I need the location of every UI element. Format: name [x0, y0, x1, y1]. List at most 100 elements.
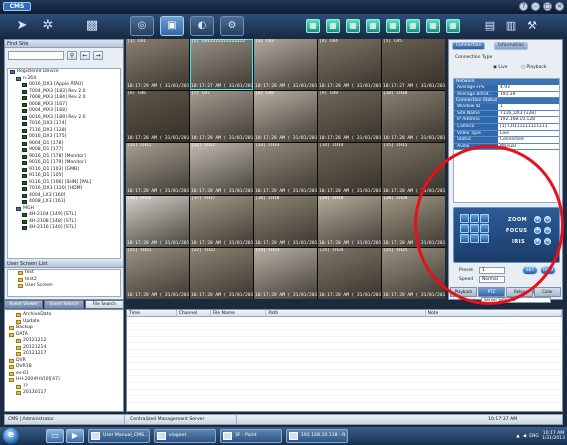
video-cell[interactable]: [17] CH17 10:17:28 AM ( 31/01/2013 ): [190, 195, 253, 247]
taskbar-task[interactable]: 192.168.10.118 - R...: [286, 429, 348, 443]
disk-icon[interactable]: ▥: [503, 18, 519, 34]
tab-information[interactable]: Information: [494, 42, 529, 50]
tree-row-label: 4H-2116 [146] [STL]: [29, 225, 76, 230]
radio-live[interactable]: ◉ Live: [493, 65, 508, 70]
tab-color[interactable]: Color: [534, 287, 561, 297]
media-icon[interactable]: ▶: [66, 429, 84, 443]
file-tree[interactable]: ArchiveData Update Backup DATA 20121212 20121…: [4, 309, 124, 412]
video-cell[interactable]: [12] CH12 10:17:28 AM ( 31/01/2013 ): [190, 143, 253, 195]
language-indicator[interactable]: ENG: [529, 434, 539, 439]
video-cell[interactable]: [18] CH18 10:17:28 AM ( 31/01/2013 ): [254, 195, 317, 247]
camera-timestamp: 10:17:27 AM ( 31/01/2013 ): [191, 84, 253, 90]
layout-25-button[interactable]: ▦: [446, 19, 460, 33]
video-cell[interactable]: [21] CH21 10:17:28 AM ( 31/01/2013 ): [126, 247, 189, 299]
start-button[interactable]: e: [3, 428, 19, 444]
video-cell[interactable]: [8] CH8 10:17:28 AM ( 31/01/2013 ): [254, 91, 317, 143]
table-row[interactable]: [127, 337, 562, 344]
camera-label: [4] CH4: [319, 39, 338, 44]
layout-6-button[interactable]: ▦: [346, 19, 360, 33]
file-tree-label: 20121217: [23, 351, 47, 356]
tree-row[interactable]: 4H-2116 [146] [STL]: [8, 225, 120, 232]
taskbar-task[interactable]: viagent: [154, 429, 216, 443]
camera-icon[interactable]: ▣: [160, 16, 184, 36]
camera-label: [6] CH6: [127, 91, 146, 97]
help-icon[interactable]: ?: [519, 2, 528, 11]
taskbar: e ▭ ▶ User Manual_CMS... viagent 3F - Pain…: [0, 427, 567, 445]
video-cell[interactable]: [5] CH5 10:17:27 AM ( 31/01/2013 ): [382, 39, 445, 91]
find-site-input[interactable]: [8, 51, 64, 60]
video-cell[interactable]: [22] CH22 10:17:28 AM ( 31/01/2013 ): [190, 247, 253, 299]
video-cell[interactable]: [10] CH10 10:17:28 AM ( 31/01/2013 ): [382, 91, 445, 143]
user-screen-row[interactable]: User Screen: [8, 283, 120, 290]
table-row[interactable]: [127, 363, 562, 370]
taskbar-task[interactable]: User Manual_CMS...: [88, 429, 150, 443]
minimize-icon[interactable]: –: [531, 2, 540, 11]
taskbar-clock[interactable]: 10:17 AM 1/31/2013: [542, 431, 565, 441]
camera-icon: [22, 96, 27, 101]
video-cell[interactable]: [14] CH14 10:17:28 AM ( 31/01/2013 ): [318, 143, 381, 195]
table-row[interactable]: [127, 370, 562, 377]
video-cell[interactable]: [7] CH7 10:17:28 AM ( 31/01/2013 ): [190, 91, 253, 143]
network-icon[interactable]: ✲: [40, 17, 56, 34]
device-tree[interactable]: Registered Device n.264 0016_DX3 [Apple ÄÏ…: [7, 68, 121, 259]
table-row[interactable]: [127, 350, 562, 357]
layout-8-button[interactable]: ▦: [366, 19, 380, 33]
arrow-icon[interactable]: ➤: [14, 17, 30, 34]
prev-icon[interactable]: ←: [80, 51, 90, 60]
column-header-file-name[interactable]: File Name: [211, 310, 267, 316]
table-row[interactable]: [127, 396, 562, 403]
tab-event-search[interactable]: Event Search: [44, 300, 84, 309]
video-cell[interactable]: [2] CH12222222222222 10:17:27 AM ( 31/01/…: [190, 39, 253, 91]
file-tree-row[interactable]: 20130117: [5, 390, 123, 397]
video-cell[interactable]: [11] CH11 10:17:28 AM ( 31/01/2013 ): [126, 143, 189, 195]
playback-icon[interactable]: ◐: [190, 16, 214, 36]
column-header-note[interactable]: Note: [426, 310, 562, 316]
column-header-path[interactable]: Path: [266, 310, 426, 316]
table-row[interactable]: [127, 383, 562, 390]
video-cell[interactable]: [19] CH19 10:17:28 AM ( 31/01/2013 ): [318, 195, 381, 247]
table-row[interactable]: [127, 376, 562, 383]
layout-4-button[interactable]: ▦: [326, 19, 340, 33]
layout-16-button[interactable]: ▦: [426, 19, 440, 33]
video-cell[interactable]: [16] CH16 10:17:28 AM ( 31/01/2013 ): [126, 195, 189, 247]
taskbar-task[interactable]: 3F - Paint: [220, 429, 282, 443]
setup-icon[interactable]: ⚙: [220, 16, 244, 36]
column-header-channel[interactable]: Channel: [177, 310, 211, 316]
tools-icon[interactable]: ⚒: [524, 18, 540, 34]
video-grid: [1] CH110:17:29 AM ( 31/01/2013 )[2] CH1…: [126, 39, 445, 299]
close-icon[interactable]: ×: [555, 2, 564, 11]
folder-icon[interactable]: ▭: [46, 429, 64, 443]
next-icon[interactable]: →: [93, 51, 103, 60]
tab-event-viewer[interactable]: Event Viewer: [4, 300, 44, 309]
video-cell[interactable]: [23] CH23 10:17:28 AM ( 31/01/2013 ): [254, 247, 317, 299]
layout-13-button[interactable]: ▦: [406, 19, 420, 33]
video-cell[interactable]: [24] CH24 10:17:28 AM ( 31/01/2013 ): [318, 247, 381, 299]
video-cell[interactable]: [1] CH1 10:17:29 AM ( 31/01/2013 ): [126, 39, 189, 91]
maximize-icon[interactable]: □: [543, 2, 552, 11]
column-header-time[interactable]: Time: [127, 310, 177, 316]
table-row[interactable]: [127, 324, 562, 331]
video-cell[interactable]: [6] CH6 10:17:28 AM ( 31/01/2013 ): [126, 91, 189, 143]
video-cell[interactable]: [9] CH9 10:17:28 AM ( 31/01/2013 ): [318, 91, 381, 143]
volume-tray-icon[interactable]: ◀: [523, 434, 526, 439]
video-cell[interactable]: [13] CH13 10:17:28 AM ( 31/01/2013 ): [254, 143, 317, 195]
table-row[interactable]: [127, 343, 562, 350]
layout-1-button[interactable]: ▦: [306, 19, 320, 33]
live-icon[interactable]: ◎: [130, 16, 154, 36]
table-row[interactable]: [127, 330, 562, 337]
table-row[interactable]: [127, 390, 562, 397]
layout-9-button[interactable]: ▦: [386, 19, 400, 33]
radio-playback[interactable]: ○ Playback: [521, 65, 546, 70]
user-screen-tree[interactable]: test test2 User Screen: [7, 269, 121, 297]
tab-file-search[interactable]: File Search: [84, 300, 124, 309]
search-icon[interactable]: ⚲: [67, 51, 77, 60]
video-cell[interactable]: [3] CH3 10:17:28 AM ( 31/01/2013 ): [254, 39, 317, 91]
tab-connection[interactable]: Connection: [452, 42, 486, 50]
monitor-icon[interactable]: ▤: [482, 18, 498, 34]
table-row[interactable]: [127, 317, 562, 324]
grid-icon[interactable]: ▩: [84, 17, 100, 34]
camera-timestamp: 10:17:28 AM ( 31/01/2013 ): [255, 136, 317, 142]
video-cell[interactable]: [4] CH4 10:17:28 AM ( 31/01/2013 ): [318, 39, 381, 91]
table-row[interactable]: [127, 357, 562, 364]
network-tray-icon[interactable]: ▲: [516, 434, 519, 439]
